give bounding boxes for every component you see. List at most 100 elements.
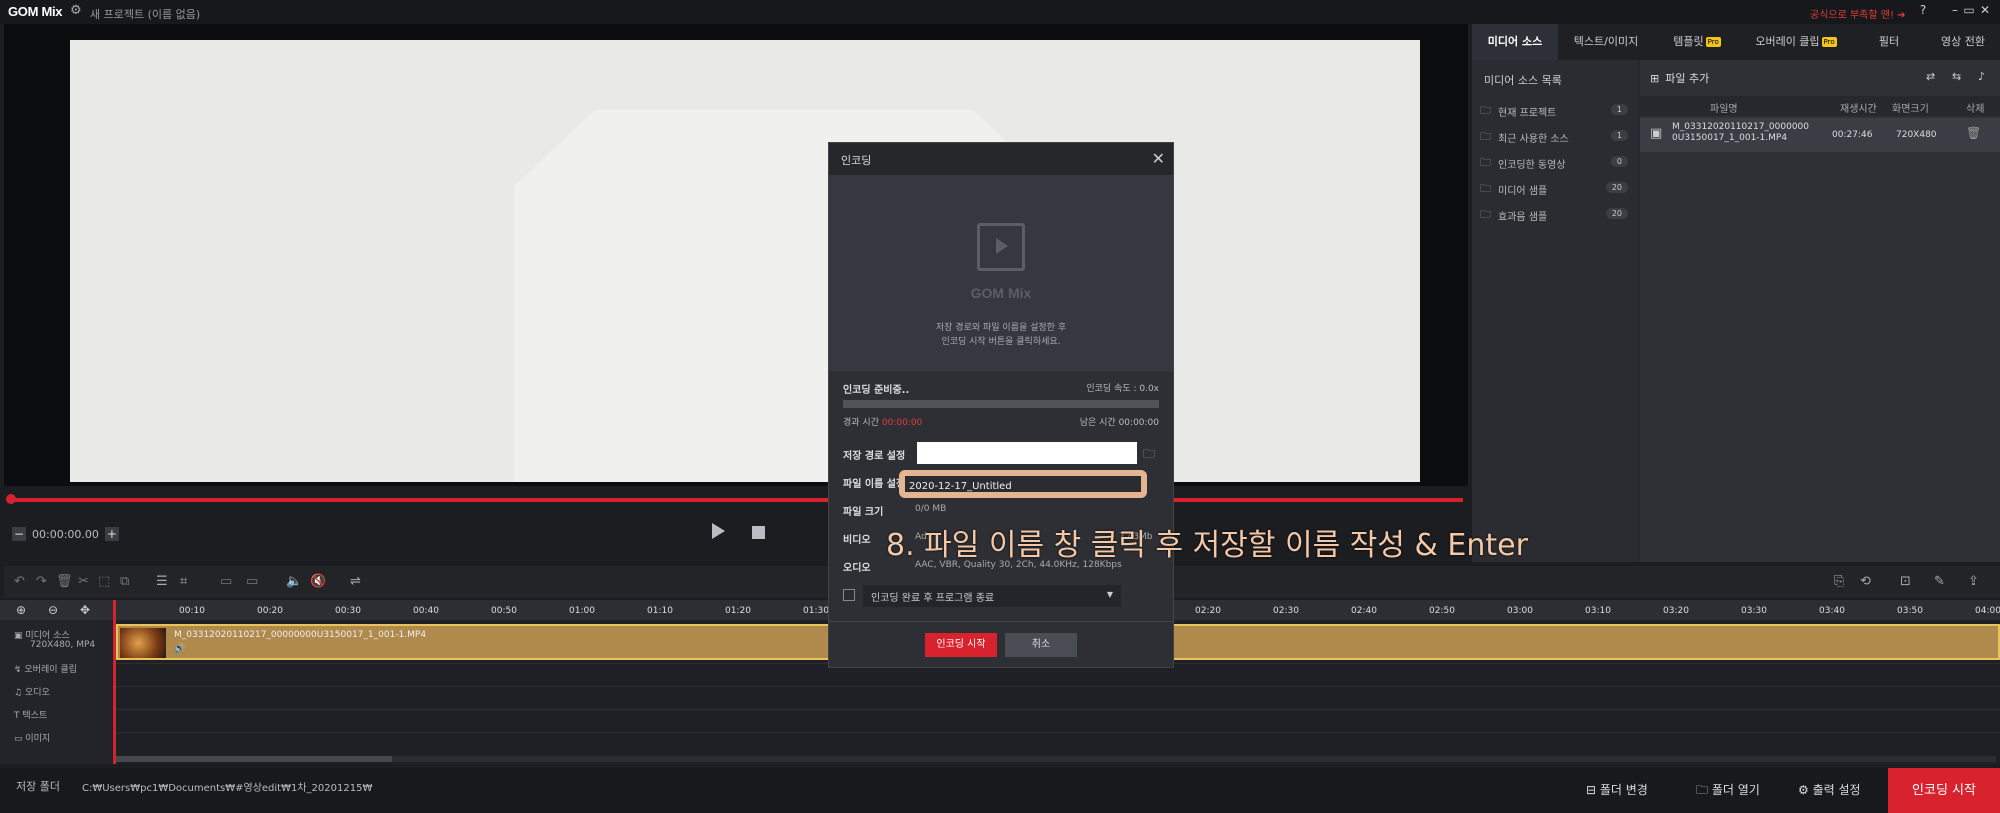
fit-icon[interactable]: ✥: [80, 603, 90, 617]
timecode-plus-button[interactable]: +: [104, 527, 119, 541]
file-row[interactable]: ▣ M_03312020110217_00000000U3150017_1_00…: [1640, 118, 2000, 152]
export-icon[interactable]: ⇆: [1952, 70, 1961, 83]
gear-icon[interactable]: ⚙: [70, 3, 82, 18]
timeline-tick-label: 02:40: [1351, 606, 1377, 616]
column-delete: 삭제: [1966, 104, 1985, 115]
close-icon[interactable]: ✕: [1152, 149, 1165, 168]
source-item-encoded[interactable]: 🗀 인코딩한 동영상 0: [1480, 152, 1632, 174]
delete-icon[interactable]: 🗑: [56, 574, 73, 589]
timeline-scrollbar[interactable]: [116, 756, 1996, 762]
add-file-button[interactable]: ⊞ 파일 추가: [1650, 70, 1709, 86]
count-badge: 20: [1605, 182, 1628, 193]
zoom-in-icon[interactable]: ⊕: [16, 603, 26, 617]
minimize-button[interactable]: –: [1948, 3, 1962, 17]
split-icon[interactable]: ⧉: [120, 574, 129, 589]
adjust-icon[interactable]: ☰: [156, 574, 168, 589]
clip-name: M_03312020110217_00000000U3150017_1_001-…: [174, 630, 427, 640]
count-badge: 1: [1610, 104, 1628, 115]
redo-icon[interactable]: ↷: [36, 574, 47, 589]
file-resolution: 720X480: [1896, 130, 1937, 140]
output-settings-button[interactable]: ⚙ 출력 설정: [1798, 768, 1861, 813]
dialog-cancel-button[interactable]: 취소: [1005, 633, 1077, 657]
filesize-value: 0/0 MB: [915, 504, 947, 514]
tab-template[interactable]: 템플릿 Pro: [1654, 24, 1740, 60]
timeline-tick-label: 02:30: [1273, 606, 1299, 616]
settings-icon: ⚙: [1798, 783, 1813, 797]
timeline-tick-label: 03:10: [1585, 606, 1611, 616]
music-icon[interactable]: ♪: [1978, 70, 1985, 83]
timeline-tick-label: 01:00: [569, 606, 595, 616]
playback-progress-knob[interactable]: [6, 494, 16, 504]
timecode-control: − 00:00:00.00 +: [12, 524, 125, 544]
reverse-icon[interactable]: ⟲: [1860, 574, 1871, 589]
image-icon[interactable]: ▭: [220, 574, 232, 589]
save-icon[interactable]: ⊡: [1900, 574, 1911, 589]
timecode-minus-button[interactable]: −: [12, 527, 26, 541]
open-folder-button[interactable]: 🗀 폴더 열기: [1696, 768, 1760, 813]
help-button[interactable]: ?: [1916, 3, 1930, 17]
track-label-overlay: ↯ 오버레이 클립: [14, 665, 77, 675]
path-field[interactable]: [917, 442, 1137, 464]
source-item-recent[interactable]: 🗀 최근 사용한 소스 1: [1480, 126, 1632, 148]
zoom-out-icon[interactable]: ⊖: [48, 603, 58, 617]
scrollbar-thumb[interactable]: [116, 756, 392, 762]
filesize-label: 파일 크기: [843, 507, 884, 518]
encode-start-button[interactable]: 인코딩 시작: [1888, 768, 2000, 813]
file-pane: ⊞ 파일 추가 ⇄ ⇆ ♪ 파일명 재생시간 화면크기 삭제 ▣ M_033120…: [1640, 60, 2000, 562]
source-list-title: 미디어 소스 목록: [1484, 74, 1562, 87]
crop-icon[interactable]: ⌗: [180, 574, 187, 589]
tab-transition[interactable]: 영상 전환: [1926, 24, 2000, 60]
count-badge: 20: [1605, 208, 1628, 219]
folder-browse-icon[interactable]: 🗀: [1143, 445, 1155, 466]
promo-link[interactable]: 공식으로 부족할 땐! ➔: [1810, 6, 1906, 21]
edit-icon[interactable]: ✎: [1934, 574, 1945, 589]
dialog-encode-start-button[interactable]: 인코딩 시작: [925, 633, 997, 657]
folder-icon: 🗀: [1480, 129, 1491, 143]
source-item-media-samples[interactable]: 🗀 미디어 샘플 20: [1480, 178, 1632, 200]
tab-filter[interactable]: 필터: [1852, 24, 1926, 60]
tab-media-source[interactable]: 미디어 소스: [1472, 24, 1558, 60]
file-table-header: 파일명 재생시간 화면크기 삭제: [1640, 96, 2000, 116]
clip-thumbnail: [120, 628, 166, 658]
undo-icon[interactable]: ↶: [14, 574, 25, 589]
audio-icon: 🔊: [174, 644, 186, 654]
export-frame-icon[interactable]: ⎘: [1834, 574, 1844, 589]
cut-icon[interactable]: ✂: [78, 574, 89, 589]
volume-icon[interactable]: 🔈: [286, 574, 302, 589]
playback-progress-bar[interactable]: [8, 498, 1463, 502]
video-file-icon: ▣: [1650, 126, 1663, 141]
count-badge: 0: [1610, 156, 1628, 167]
save-folder-label: 저장 폴더: [16, 780, 60, 793]
filename-label: 파일 이름 설정: [843, 479, 906, 490]
play-icon[interactable]: [712, 523, 725, 539]
video-label: 비디오: [843, 535, 871, 546]
stop-icon[interactable]: [752, 526, 765, 539]
source-list: 미디어 소스 목록 🗀 현재 프로젝트 1 🗀 최근 사용한 소스 1 🗀 인코딩한 동영…: [1472, 60, 1638, 562]
restore-button[interactable]: ▭: [1962, 3, 1976, 17]
column-duration: 재생시간: [1840, 104, 1877, 115]
transition-icon[interactable]: ⇌: [350, 574, 361, 589]
timeline-tick-label: 04:00: [1975, 606, 2000, 616]
filename-input[interactable]: [909, 478, 1129, 494]
timeline-tick-label: 01:10: [647, 606, 673, 616]
mute-icon[interactable]: 🔇: [310, 574, 326, 589]
screen-icon[interactable]: ▭: [246, 574, 258, 589]
playhead[interactable]: [113, 600, 116, 764]
source-item-current-project[interactable]: 🗀 현재 프로젝트 1: [1480, 100, 1632, 122]
path-label: 저장 경로 설정: [843, 451, 906, 462]
change-folder-button[interactable]: ⊟ 폴더 변경: [1586, 768, 1648, 813]
folder-icon: 🗀: [1696, 783, 1712, 797]
tab-overlay-clip[interactable]: 오버레이 클립 Pro: [1740, 24, 1852, 60]
close-button[interactable]: ✕: [1978, 3, 1992, 17]
exit-after-encode-checkbox[interactable]: [843, 589, 855, 601]
share-icon[interactable]: ⇪: [1968, 574, 1979, 589]
trash-icon[interactable]: 🗑: [1966, 126, 1981, 140]
select-icon[interactable]: ⬚: [98, 574, 110, 589]
after-encode-select[interactable]: 인코딩 완료 후 프로그램 종료 ▼: [863, 585, 1121, 607]
encoding-speed: 인코딩 속도 : 0.0x: [1086, 384, 1159, 394]
divider: [829, 621, 1173, 622]
tab-text-image[interactable]: 텍스트/이미지: [1558, 24, 1654, 60]
import-icon[interactable]: ⇄: [1926, 70, 1935, 83]
source-item-sound-samples[interactable]: 🗀 효과음 샘플 20: [1480, 204, 1632, 226]
audio-label: 오디오: [843, 563, 871, 574]
